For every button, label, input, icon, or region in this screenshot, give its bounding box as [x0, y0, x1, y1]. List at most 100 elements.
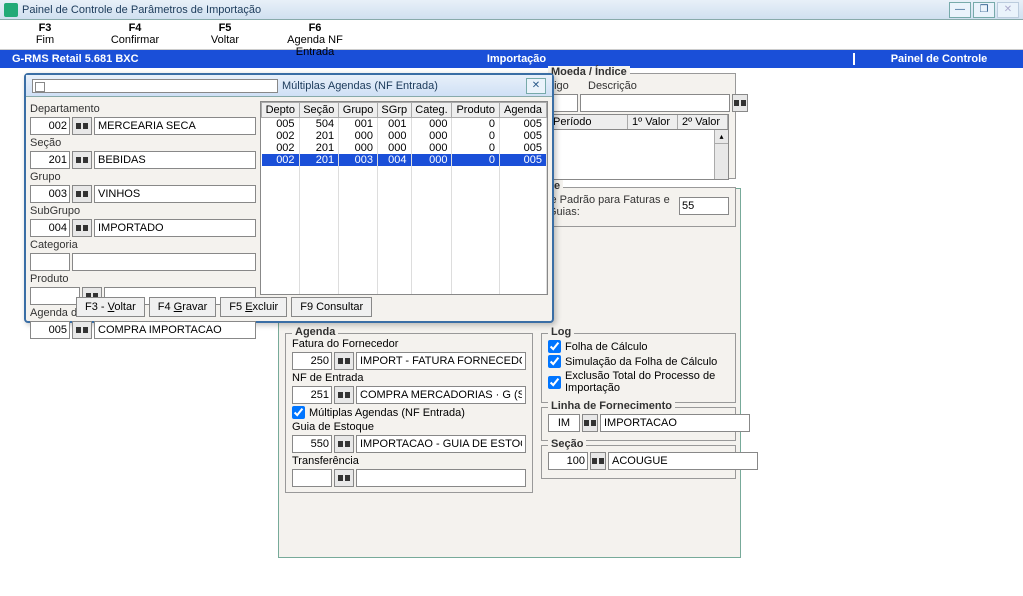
- table-row[interactable]: 0022010000000000005: [262, 142, 547, 154]
- transf-text[interactable]: [356, 469, 526, 487]
- table-row: [262, 250, 547, 262]
- window-close-button[interactable]: ✕: [997, 2, 1019, 18]
- log-simulacao-label: Simulação da Folha de Cálculo: [565, 356, 717, 368]
- linha-group-title: Linha de Fornecimento: [548, 400, 675, 412]
- f4-gravar-button[interactable]: F4 Gravar: [149, 297, 217, 317]
- multiplas-agendas-checkbox[interactable]: [292, 406, 305, 419]
- table-row: [262, 238, 547, 250]
- agenda-text[interactable]: [94, 321, 256, 339]
- dialog-title: Múltiplas Agendas (NF Entrada): [282, 80, 526, 92]
- produto-label: Produto: [30, 273, 256, 285]
- binoculars-icon: [75, 120, 89, 132]
- grupo-text[interactable]: [94, 185, 256, 203]
- fn-f6[interactable]: F6Agenda NF Entrada: [270, 20, 360, 49]
- binoculars-icon: [337, 389, 351, 401]
- subgrupo-search[interactable]: [72, 219, 92, 237]
- table-row[interactable]: 0022010030040000005: [262, 154, 547, 166]
- scrollbar[interactable]: ▴: [714, 130, 728, 179]
- secao-text[interactable]: [608, 452, 758, 470]
- agenda-code[interactable]: [30, 321, 70, 339]
- grid-header[interactable]: Depto: [262, 103, 300, 118]
- table-row[interactable]: 0022010000000000005: [262, 130, 547, 142]
- dialog-close-button[interactable]: ✕: [526, 78, 546, 94]
- app-icon: [4, 3, 18, 17]
- f3-voltar-button[interactable]: F3 - Voltar: [76, 297, 145, 317]
- transf-search-button[interactable]: [334, 469, 354, 487]
- window-minimize-button[interactable]: —: [949, 2, 971, 18]
- binoculars-icon: [337, 472, 351, 484]
- agendas-grid[interactable]: DeptoSeçãoGrupoSGrpCateg.ProdutoAgenda00…: [260, 101, 548, 295]
- moeda-list-header: Período 1º Valor 2º Valor: [548, 114, 729, 130]
- nf-code-input[interactable]: [292, 386, 332, 404]
- secao-code-input[interactable]: [548, 452, 588, 470]
- grupo-search[interactable]: [72, 185, 92, 203]
- transf-code-input[interactable]: [292, 469, 332, 487]
- f5-excluir-button[interactable]: F5 Excluir: [220, 297, 287, 317]
- produto-code[interactable]: [30, 287, 80, 305]
- linha-search-button[interactable]: [582, 414, 598, 432]
- descricao-label: Descrição: [588, 80, 637, 92]
- linha-code-input[interactable]: [548, 414, 580, 432]
- grupo-code[interactable]: [30, 185, 70, 203]
- secao-group-title: Seção: [548, 438, 586, 450]
- function-key-bar: F3Fim F4Confirmar F5Voltar F6Agenda NF E…: [0, 20, 1023, 50]
- fn-f5[interactable]: F5Voltar: [180, 20, 270, 49]
- departamento-search[interactable]: [72, 117, 92, 135]
- grid-header[interactable]: Produto: [452, 103, 500, 118]
- moeda-descricao-input[interactable]: [580, 94, 730, 112]
- table-row: [262, 226, 547, 238]
- log-group-title: Log: [548, 326, 574, 338]
- transf-label: Transferência: [292, 455, 359, 467]
- fn-f3[interactable]: F3Fim: [0, 20, 90, 49]
- grid-header[interactable]: Categ.: [411, 103, 452, 118]
- secao-search-button[interactable]: [590, 452, 606, 470]
- window-restore-button[interactable]: ❐: [973, 2, 995, 18]
- moeda-search-button[interactable]: [732, 94, 748, 112]
- fatura-search-button[interactable]: [334, 352, 354, 370]
- log-folha-checkbox[interactable]: [548, 340, 561, 353]
- moeda-list[interactable]: ▴: [548, 130, 729, 180]
- subgrupo-code[interactable]: [30, 219, 70, 237]
- nf-text[interactable]: [356, 386, 526, 404]
- nf-label: NF de Entrada: [292, 372, 364, 384]
- table-row: [262, 178, 547, 190]
- grid-header[interactable]: Seção: [299, 103, 339, 118]
- moeda-group-title: Moeda / Índice: [548, 66, 630, 78]
- guia-search-button[interactable]: [334, 435, 354, 453]
- nf-search-button[interactable]: [334, 386, 354, 404]
- categoria-label: Categoria: [30, 239, 256, 251]
- secao-search[interactable]: [72, 151, 92, 169]
- agenda-search[interactable]: [72, 321, 92, 339]
- categoria-code[interactable]: [30, 253, 70, 271]
- guia-label: Guia de Estoque: [292, 421, 374, 433]
- dialog-titlebar[interactable]: Múltiplas Agendas (NF Entrada) ✕: [26, 75, 552, 97]
- window-title: Painel de Controle de Parâmetros de Impo…: [22, 4, 949, 16]
- linha-text[interactable]: [600, 414, 750, 432]
- fn-f4[interactable]: F4Confirmar: [90, 20, 180, 49]
- grid-header[interactable]: Agenda: [500, 103, 547, 118]
- categoria-text[interactable]: [72, 253, 256, 271]
- f9-consultar-button[interactable]: F9 Consultar: [291, 297, 372, 317]
- fatura-text[interactable]: [356, 352, 526, 370]
- secao-text-modal[interactable]: [94, 151, 256, 169]
- guia-text[interactable]: [356, 435, 526, 453]
- grid-header[interactable]: SGrp: [378, 103, 412, 118]
- table-row[interactable]: 0055040010010000005: [262, 118, 547, 131]
- dialog-icon: [32, 79, 278, 93]
- grid-header[interactable]: Grupo: [339, 103, 378, 118]
- departamento-code[interactable]: [30, 117, 70, 135]
- log-simulacao-checkbox[interactable]: [548, 355, 561, 368]
- table-row: [262, 214, 547, 226]
- departamento-text[interactable]: [94, 117, 256, 135]
- header-strip: G-RMS Retail 5.681 BXC Importação Painel…: [0, 50, 1023, 68]
- subgrupo-text[interactable]: [94, 219, 256, 237]
- secao-code[interactable]: [30, 151, 70, 169]
- fatura-code-input[interactable]: [292, 352, 332, 370]
- log-exclusao-checkbox[interactable]: [548, 376, 561, 389]
- subgrupo-label: SubGrupo: [30, 205, 256, 217]
- binoculars-icon: [583, 417, 597, 429]
- scroll-up-icon[interactable]: ▴: [715, 130, 728, 144]
- guia-code-input[interactable]: [292, 435, 332, 453]
- binoculars-icon: [337, 355, 351, 367]
- serie-input[interactable]: [679, 197, 729, 215]
